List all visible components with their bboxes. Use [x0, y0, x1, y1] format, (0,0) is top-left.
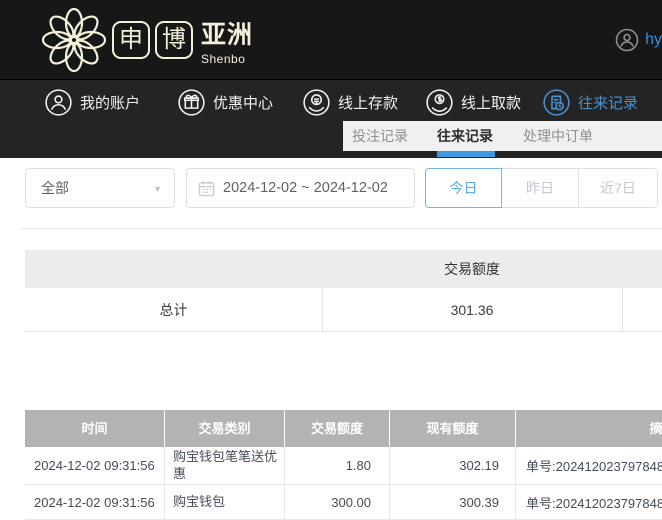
tab-betting-records[interactable]: 投注记录	[352, 121, 408, 151]
deposit-coin-icon	[303, 88, 330, 116]
username-text[interactable]: hy	[645, 31, 662, 49]
cell-amount: 1.80	[285, 447, 390, 484]
dropdown-selected-value: 全部	[41, 180, 69, 196]
calendar-icon	[198, 181, 215, 197]
logo-char-shen: 申	[112, 21, 150, 59]
nav-label: 往来记录	[578, 94, 639, 112]
summary-table-header: 交易额度	[25, 250, 662, 288]
type-filter-dropdown[interactable]: 全部 ▼	[25, 168, 175, 208]
logo-subtitle: Shenbo	[201, 51, 246, 66]
summary-table: 交易额度 总计 301.36	[25, 250, 662, 332]
today-button[interactable]: 今日	[425, 168, 502, 208]
records-table-header: 时间 交易类别 交易额度 现有额度 摘要	[25, 410, 662, 447]
col-header-balance: 现有额度	[390, 410, 516, 447]
gift-icon	[178, 88, 205, 116]
cell-time: 2024-12-02 09:31:56	[25, 485, 165, 519]
col-header-type: 交易类别	[165, 410, 285, 447]
cell-time: 2024-12-02 09:31:56	[25, 447, 165, 484]
user-area[interactable]: hy	[615, 28, 662, 52]
top-header: 申 博 亚洲 Shenbo hy	[0, 0, 662, 80]
records-table: 时间 交易类别 交易额度 现有额度 摘要 2024-12-02 09:31:56…	[25, 410, 662, 520]
nav-label: 我的账户	[80, 94, 141, 112]
chevron-down-icon: ▼	[153, 184, 162, 194]
nav-label: 线上取款	[461, 94, 522, 112]
col-header-amount: 交易额度	[285, 410, 390, 447]
logo-region-text: 亚洲	[201, 20, 254, 49]
transaction-records-page: 申 博 亚洲 Shenbo hy 我的账户 优惠中心 线上存款 线上取款 往来记…	[0, 0, 662, 520]
table-row: 2024-12-02 09:31:56 购宝钱包 300.00 300.39 单…	[25, 485, 662, 520]
date-range-input[interactable]: 2024-12-02 ~ 2024-12-02	[186, 168, 415, 208]
summary-total-amount: 301.36	[450, 302, 494, 318]
sub-tab-bar: 投注记录 往来记录 处理中订单	[343, 121, 662, 151]
cell-note: 单号:202412023797848	[516, 447, 662, 484]
site-logo[interactable]: 申 博 亚洲 Shenbo	[42, 8, 253, 72]
yesterday-button[interactable]: 昨日	[501, 168, 579, 208]
nav-item-online-deposit[interactable]: 线上存款	[303, 87, 398, 117]
section-divider	[20, 228, 662, 229]
tab-processing-orders[interactable]: 处理中订单	[523, 121, 593, 151]
nav-label: 线上存款	[338, 94, 399, 112]
cell-balance: 302.19	[390, 447, 516, 484]
cell-type: 购宝钱包	[165, 485, 285, 519]
cell-balance: 300.39	[390, 485, 516, 519]
summary-total-label: 总计	[159, 302, 188, 318]
col-header-note: 摘要	[516, 410, 662, 447]
summary-amount-header: 交易额度	[444, 261, 500, 277]
quick-date-buttons: 今日 昨日 近7日	[425, 168, 658, 208]
nav-item-online-withdrawal[interactable]: 线上取款	[426, 87, 521, 117]
nav-label: 优惠中心	[213, 94, 274, 112]
cell-note: 单号:202412023797848	[516, 485, 662, 519]
cell-amount: 300.00	[285, 485, 390, 519]
user-avatar-icon	[615, 28, 639, 52]
tab-transaction-records[interactable]: 往来记录	[437, 121, 493, 151]
last-7-days-button[interactable]: 近7日	[578, 168, 658, 208]
date-range-value: 2024-12-02 ~ 2024-12-02	[223, 180, 388, 196]
main-navigation: 我的账户 优惠中心 线上存款 线上取款 往来记录 投注记录 往来记录 处理中订单	[0, 80, 662, 158]
table-row: 2024-12-02 09:31:56 购宝钱包笔笔送优惠 1.80 302.1…	[25, 447, 662, 485]
col-header-time: 时间	[25, 410, 165, 447]
flower-logo-icon	[42, 8, 106, 72]
account-icon	[45, 88, 72, 116]
logo-char-bo: 博	[155, 21, 193, 59]
nav-item-my-account[interactable]: 我的账户	[45, 87, 140, 117]
records-clipboard-icon	[543, 88, 570, 116]
cell-type: 购宝钱包笔笔送优惠	[165, 447, 285, 484]
active-tab-underline	[437, 151, 495, 157]
nav-item-promotions[interactable]: 优惠中心	[178, 87, 273, 117]
withdraw-money-icon	[426, 88, 453, 116]
summary-total-row: 总计 301.36	[25, 288, 662, 332]
nav-item-transaction-records[interactable]: 往来记录	[543, 87, 638, 117]
